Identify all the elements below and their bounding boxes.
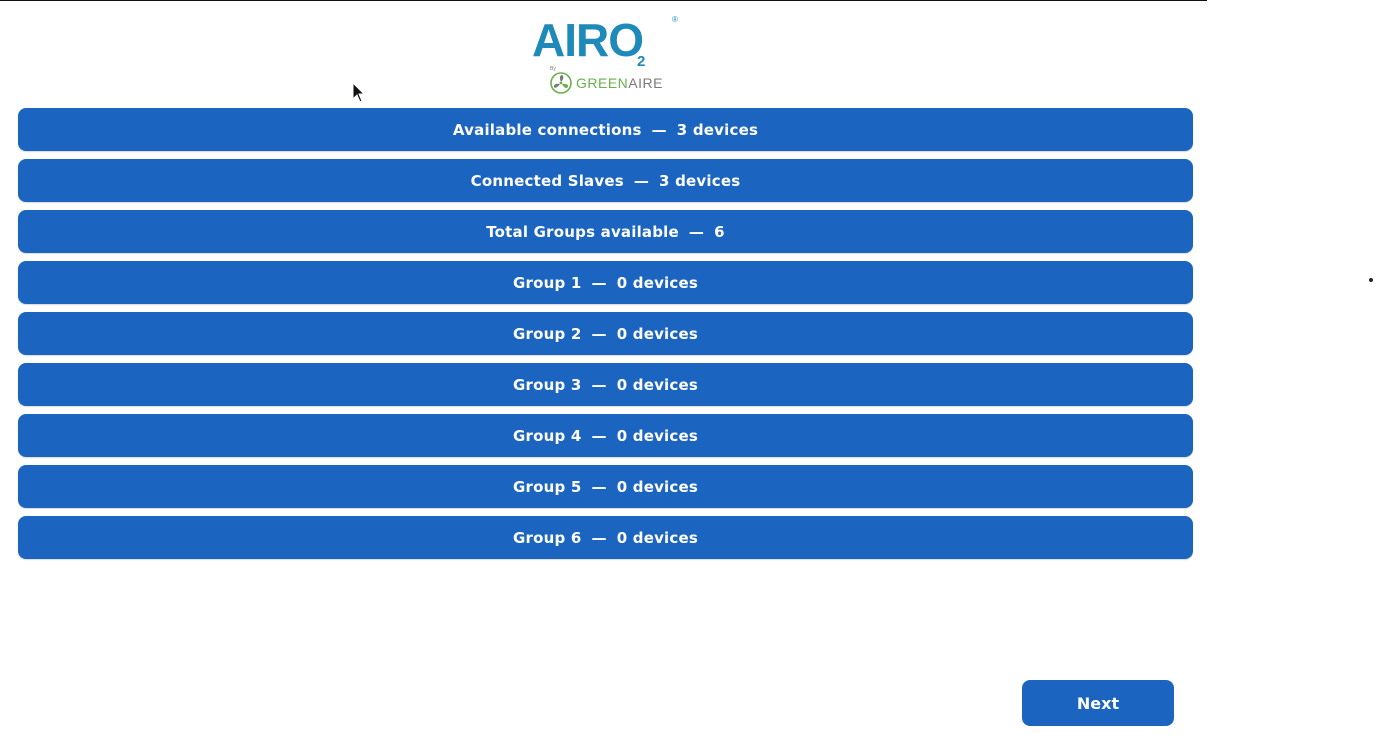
group-1-row[interactable]: Group 1 — 0 devices — [18, 261, 1193, 304]
row-separator: — — [591, 375, 607, 394]
logo-subscript: 2 — [637, 53, 645, 70]
group-6-row[interactable]: Group 6 — 0 devices — [18, 516, 1193, 559]
row-value: 0 devices — [616, 375, 698, 394]
device-summary-list: Available connections — 3 devices Connec… — [18, 108, 1193, 567]
row-label: Group 1 — [513, 273, 582, 292]
fan-icon — [550, 72, 572, 94]
airo2-greenaire-logo: AIRO 2 ® By GREENAIRE — [532, 14, 678, 94]
row-value: 0 devices — [616, 528, 698, 547]
group-3-row[interactable]: Group 3 — 0 devices — [18, 363, 1193, 406]
row-separator: — — [591, 477, 607, 496]
logo-company-green: GREEN — [576, 75, 628, 91]
row-value: 3 devices — [659, 171, 741, 190]
logo-brand-word: AIRO — [532, 14, 643, 66]
row-value: 6 — [714, 222, 725, 241]
row-separator: — — [591, 528, 607, 547]
row-value: 3 devices — [676, 120, 759, 139]
group-4-row[interactable]: Group 4 — 0 devices — [18, 414, 1193, 457]
row-label: Group 2 — [513, 324, 582, 343]
row-label: Group 3 — [513, 375, 582, 394]
group-2-row[interactable]: Group 2 — 0 devices — [18, 312, 1193, 355]
row-separator: — — [591, 273, 607, 292]
logo-company-name: GREENAIRE — [576, 75, 663, 91]
logo-by-label: By — [550, 66, 556, 72]
row-label: Available connections — [452, 120, 642, 139]
row-value: 0 devices — [616, 477, 698, 496]
row-value: 0 devices — [616, 426, 698, 445]
row-label: Total Groups available — [486, 222, 679, 241]
stray-dot — [1369, 278, 1373, 282]
mouse-pointer-icon — [352, 82, 366, 103]
row-value: 0 devices — [616, 324, 698, 343]
logo-registered-mark: ® — [672, 15, 678, 24]
row-label: Group 6 — [513, 528, 582, 547]
next-button[interactable]: Next — [1022, 680, 1174, 726]
row-separator: — — [651, 120, 667, 139]
top-divider — [0, 0, 1207, 1]
row-label: Group 4 — [513, 426, 582, 445]
total-groups-row[interactable]: Total Groups available — 6 — [18, 210, 1193, 253]
available-connections-row[interactable]: Available connections — 3 devices — [18, 108, 1193, 151]
row-separator: — — [591, 324, 607, 343]
row-separator: — — [591, 426, 607, 445]
row-separator: — — [633, 171, 650, 190]
connected-slaves-row[interactable]: Connected Slaves — 3 devices — [18, 159, 1193, 202]
row-separator: — — [688, 222, 705, 241]
row-label: Group 5 — [513, 477, 582, 496]
group-5-row[interactable]: Group 5 — 0 devices — [18, 465, 1193, 508]
row-value: 0 devices — [616, 273, 698, 292]
logo-company-gray: AIRE — [628, 75, 663, 91]
row-label: Connected Slaves — [470, 171, 624, 190]
